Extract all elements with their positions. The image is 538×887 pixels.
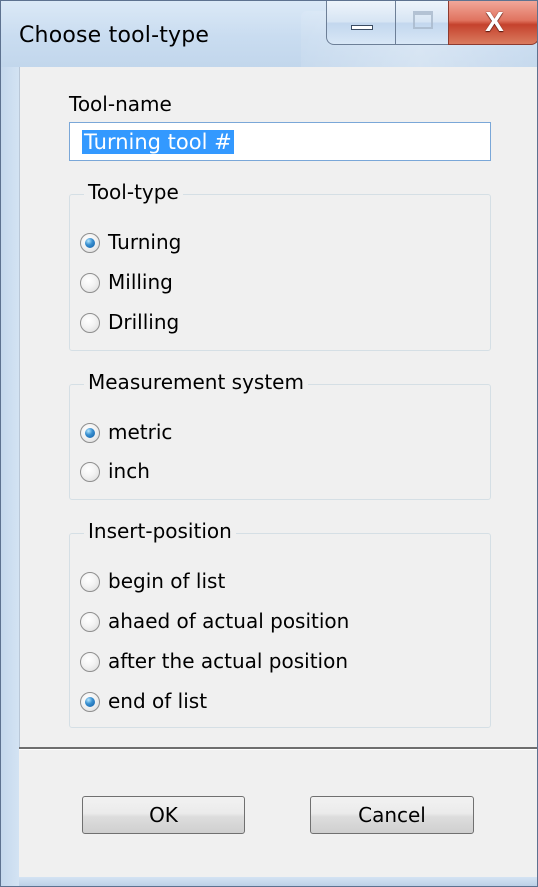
measurement-metric-label: metric — [108, 420, 173, 444]
insert-begin-option[interactable]: begin of list — [80, 568, 440, 596]
close-icon: X — [485, 6, 504, 37]
tool-type-drilling-option[interactable]: Drilling — [80, 309, 440, 337]
tool-type-turning-radio[interactable] — [80, 233, 100, 253]
tool-type-group-title: Tool-type — [84, 180, 183, 204]
close-button[interactable]: X — [448, 1, 537, 45]
measurement-inch-label: inch — [108, 459, 150, 483]
window-title: Choose tool-type — [19, 23, 210, 48]
measurement-inch-option[interactable]: inch — [80, 458, 440, 486]
maximize-button[interactable] — [395, 1, 449, 45]
insert-end-radio[interactable] — [80, 692, 100, 712]
tool-type-milling-radio[interactable] — [80, 273, 100, 293]
measurement-inch-radio[interactable] — [80, 462, 100, 482]
measurement-metric-option[interactable]: metric — [80, 419, 440, 447]
insert-after-radio[interactable] — [80, 652, 100, 672]
insert-ahead-label: ahaed of actual position — [108, 609, 350, 633]
tool-type-group: Tool-type Turning Milling Drilling — [69, 180, 491, 351]
maximize-icon — [413, 11, 433, 29]
tool-name-label: Tool-name — [69, 92, 172, 116]
tool-name-value: Turning tool # — [82, 130, 234, 154]
measurement-system-group: Measurement system metric inch — [69, 370, 491, 500]
minimize-icon — [351, 25, 373, 30]
insert-end-label: end of list — [108, 689, 208, 713]
tool-type-turning-option[interactable]: Turning — [80, 229, 440, 257]
insert-ahead-radio[interactable] — [80, 612, 100, 632]
tool-type-drilling-radio[interactable] — [80, 313, 100, 333]
tool-type-drilling-label: Drilling — [108, 310, 180, 334]
tool-name-input[interactable]: Turning tool # — [69, 122, 491, 161]
caption-buttons: X — [326, 1, 537, 49]
insert-position-group-title: Insert-position — [84, 519, 236, 543]
minimize-button[interactable] — [326, 1, 396, 45]
measurement-system-group-title: Measurement system — [84, 370, 308, 394]
left-window-frame — [1, 67, 19, 886]
insert-begin-radio[interactable] — [80, 572, 100, 592]
insert-after-option[interactable]: after the actual position — [80, 648, 440, 676]
insert-end-option[interactable]: end of list — [80, 688, 440, 716]
tool-type-milling-option[interactable]: Milling — [80, 269, 440, 297]
measurement-metric-radio[interactable] — [80, 423, 100, 443]
insert-after-label: after the actual position — [108, 649, 349, 673]
insert-begin-label: begin of list — [108, 569, 226, 593]
insert-ahead-option[interactable]: ahaed of actual position — [80, 608, 440, 636]
cancel-button[interactable]: Cancel — [310, 796, 474, 834]
choose-tool-type-window: Choose tool-type X Tool-name Turning too… — [0, 0, 538, 887]
tool-type-turning-label: Turning — [108, 230, 182, 254]
ok-button[interactable]: OK — [82, 796, 245, 834]
tool-type-milling-label: Milling — [108, 270, 173, 294]
insert-position-group: Insert-position begin of list ahaed of a… — [69, 519, 491, 728]
bottom-window-frame — [19, 877, 537, 886]
